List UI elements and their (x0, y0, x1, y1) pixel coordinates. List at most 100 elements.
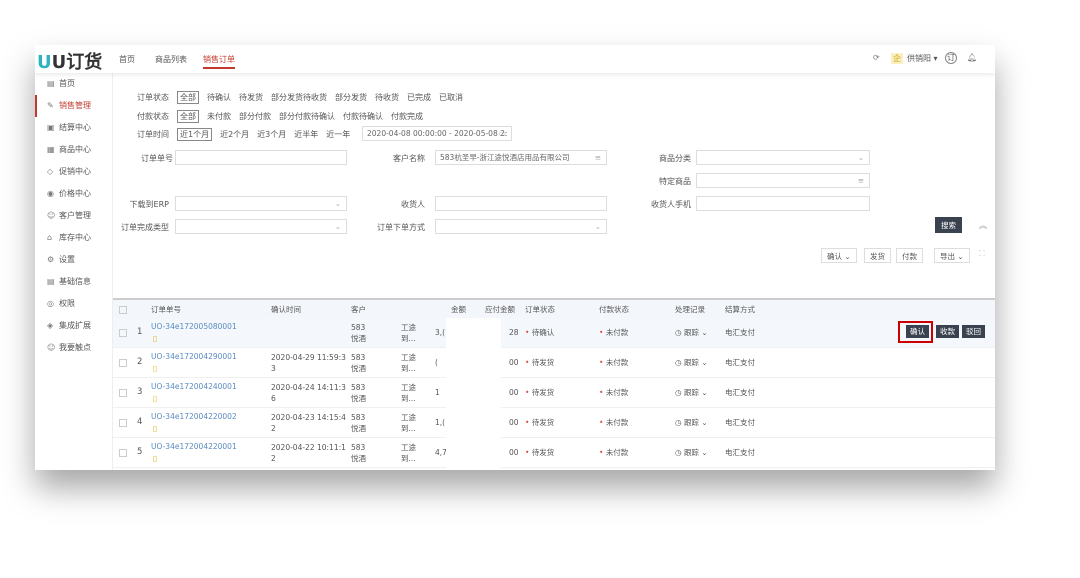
bell-icon[interactable]: 🔔︎ (967, 53, 977, 62)
order-no-input[interactable] (175, 150, 347, 165)
sidebar-icon: ⌂ (47, 233, 53, 242)
filter-option[interactable]: 未付款 (207, 111, 231, 122)
sidebar-icon: ☺ (47, 211, 56, 220)
order-number-link[interactable]: UO-34e172004220002 (151, 411, 237, 422)
filter-option[interactable]: 已取消 (439, 92, 463, 103)
order-status: • 待发货 (525, 358, 555, 367)
refresh-icon[interactable]: ⟳ (873, 53, 880, 62)
note-icon: ▯ (153, 424, 158, 433)
sidebar-item[interactable]: ▤ 首页 (35, 73, 112, 95)
filter-option[interactable]: 全部 (177, 91, 199, 104)
sidebar-item[interactable]: ▣ 结算中心 (35, 117, 112, 139)
row-number: 3 (137, 387, 143, 397)
fullscreen-icon[interactable]: ⛶ (979, 249, 985, 259)
sidebar-item[interactable]: ▤ 基础信息 (35, 271, 112, 293)
nav-home[interactable]: 首页 (119, 54, 135, 65)
filter-option[interactable]: 近2个月 (220, 129, 249, 140)
payable-amount: 00 (509, 418, 519, 427)
filter-option[interactable]: 部分付款待确认 (279, 111, 335, 122)
sidebar-item[interactable]: ⚙ 设置 (35, 249, 112, 271)
receiver-phone-label: 收货人手机 (651, 200, 691, 209)
nav-products[interactable]: 商品列表 (155, 54, 187, 65)
sidebar-item-label: 权限 (59, 299, 75, 308)
table-row: 4 UO-34e172004220002 ▯ 2020-04-23 14:15:… (113, 408, 995, 438)
sidebar-item[interactable]: ✎ 销售管理 (35, 95, 112, 117)
sidebar-item[interactable]: ◎ 权限 (35, 293, 112, 315)
customer-input[interactable]: 583杭圣早-浙江途悦酒店用品有限公司 ≡ (435, 150, 607, 165)
settlement-method: 电汇支付 (725, 388, 755, 397)
sidebar-item[interactable]: ☺ 我要触点 (35, 337, 112, 359)
user-menu[interactable]: 供销阳 ▾ (907, 53, 938, 64)
pay-status: • 未付款 (599, 388, 629, 397)
main-content: 订单状态 全部 待确认 待发货 部分发货待收货 部分发货 待收货 已完成 已取消 付款状态 全部未… (113, 73, 995, 470)
row-action-button[interactable]: 收款 (936, 325, 959, 338)
date-range-input[interactable]: 2020-04-08 00:00:00 - 2020-05-08 2: ▭ (362, 126, 512, 141)
order-status: • 待发货 (525, 418, 555, 427)
export-dropdown[interactable]: 导出 ⌄ (934, 248, 970, 263)
product-label: 特定商品 (659, 177, 691, 186)
order-number-link[interactable]: UO-34e172004240001 (151, 381, 237, 392)
receiver-phone-input[interactable] (696, 196, 870, 211)
confirm-dropdown[interactable]: 确认 ⌄ (821, 248, 857, 263)
customer-code: 583 悦酒 (351, 383, 366, 403)
track-dropdown[interactable]: ◷ 跟踪 ⌄ (675, 447, 708, 458)
ship-button[interactable]: 发货 (864, 248, 891, 263)
sidebar-item-label: 首页 (59, 79, 75, 88)
confirm-time: 2020-04-24 14:11:3 6 (271, 383, 346, 403)
row-checkbox[interactable] (119, 389, 127, 397)
row-action-button[interactable]: 确认 (906, 325, 929, 338)
track-dropdown[interactable]: ◷ 跟踪 ⌄ (675, 357, 708, 368)
table-row: 3 UO-34e172004240001 ▯ 2020-04-24 14:11:… (113, 378, 995, 408)
sidebar-item[interactable]: ◈ 集成扩展 (35, 315, 112, 337)
track-dropdown[interactable]: ◷ 跟踪 ⌄ (675, 417, 708, 428)
sidebar-item[interactable]: ▦ 商品中心 (35, 139, 112, 161)
row-checkbox[interactable] (119, 359, 127, 367)
order-number-link[interactable]: UO-34e172005080001 (151, 321, 237, 332)
table-row: 1 UO-34e172005080001 ▯ 583 悦酒 工途 到... 3,… (113, 318, 995, 348)
order-number-link[interactable]: UO-34e172004220001 (151, 441, 237, 452)
customer-code: 583 悦酒 (351, 413, 366, 433)
order-icon[interactable]: 订 (945, 52, 957, 64)
track-dropdown[interactable]: ◷ 跟踪 ⌄ (675, 327, 708, 338)
filter-option[interactable]: 部分付款 (239, 111, 271, 122)
order-number-link[interactable]: UO-34e172004290001 (151, 351, 237, 362)
customer-name: 工途 到... (401, 353, 416, 373)
filter-option[interactable]: 待发货 (239, 92, 263, 103)
filter-option[interactable]: 近半年 (294, 129, 318, 140)
row-action-button[interactable]: 驳回 (962, 325, 985, 338)
pay-button[interactable]: 付款 (896, 248, 923, 263)
select-all-checkbox[interactable] (119, 306, 127, 314)
filter-option[interactable]: 已完成 (407, 92, 431, 103)
search-button[interactable]: 搜索 (935, 217, 962, 233)
erp-select[interactable]: ⌄ (175, 196, 347, 211)
track-dropdown[interactable]: ◷ 跟踪 ⌄ (675, 387, 708, 398)
finish-type-select[interactable]: ⌄ (175, 219, 347, 234)
collapse-icon[interactable]: ︽ (979, 220, 987, 231)
sidebar-icon: ◈ (47, 321, 54, 330)
confirm-time: 2020-04-22 10:11:1 2 (271, 443, 346, 463)
sidebar-item[interactable]: ◇ 促销中心 (35, 161, 112, 183)
filter-option[interactable]: 近一年 (326, 129, 350, 140)
filter-option[interactable]: 付款待确认 (343, 111, 383, 122)
settlement-method: 电汇支付 (725, 448, 755, 457)
nav-sales-orders[interactable]: 销售订单 (203, 54, 235, 69)
filter-option[interactable]: 部分发货 (335, 92, 367, 103)
filter-option[interactable]: 部分发货待收货 (271, 92, 327, 103)
filter-option[interactable]: 近1个月 (177, 128, 213, 141)
category-select[interactable]: ⌄ (696, 150, 870, 165)
receiver-input[interactable] (435, 196, 607, 211)
row-checkbox[interactable] (119, 329, 127, 337)
filter-option[interactable]: 全部 (177, 110, 199, 123)
order-method-select[interactable]: ⌄ (435, 219, 607, 234)
sidebar-icon: ☺ (47, 343, 56, 352)
filter-option[interactable]: 待收货 (375, 92, 399, 103)
sidebar-item-label: 结算中心 (59, 123, 91, 132)
filter-option[interactable]: 付款完成 (391, 111, 423, 122)
table-header: 订单单号 确认时间 客户 金额 应付金额 订单状态 付款状态 处理记录 结算方式 (113, 298, 995, 318)
product-input[interactable]: ≡ (696, 173, 870, 188)
filter-option[interactable]: 近3个月 (257, 129, 286, 140)
filter-option[interactable]: 待确认 (207, 92, 231, 103)
row-checkbox[interactable] (119, 449, 127, 457)
sidebar-icon: ▤ (47, 79, 55, 88)
row-checkbox[interactable] (119, 419, 127, 427)
